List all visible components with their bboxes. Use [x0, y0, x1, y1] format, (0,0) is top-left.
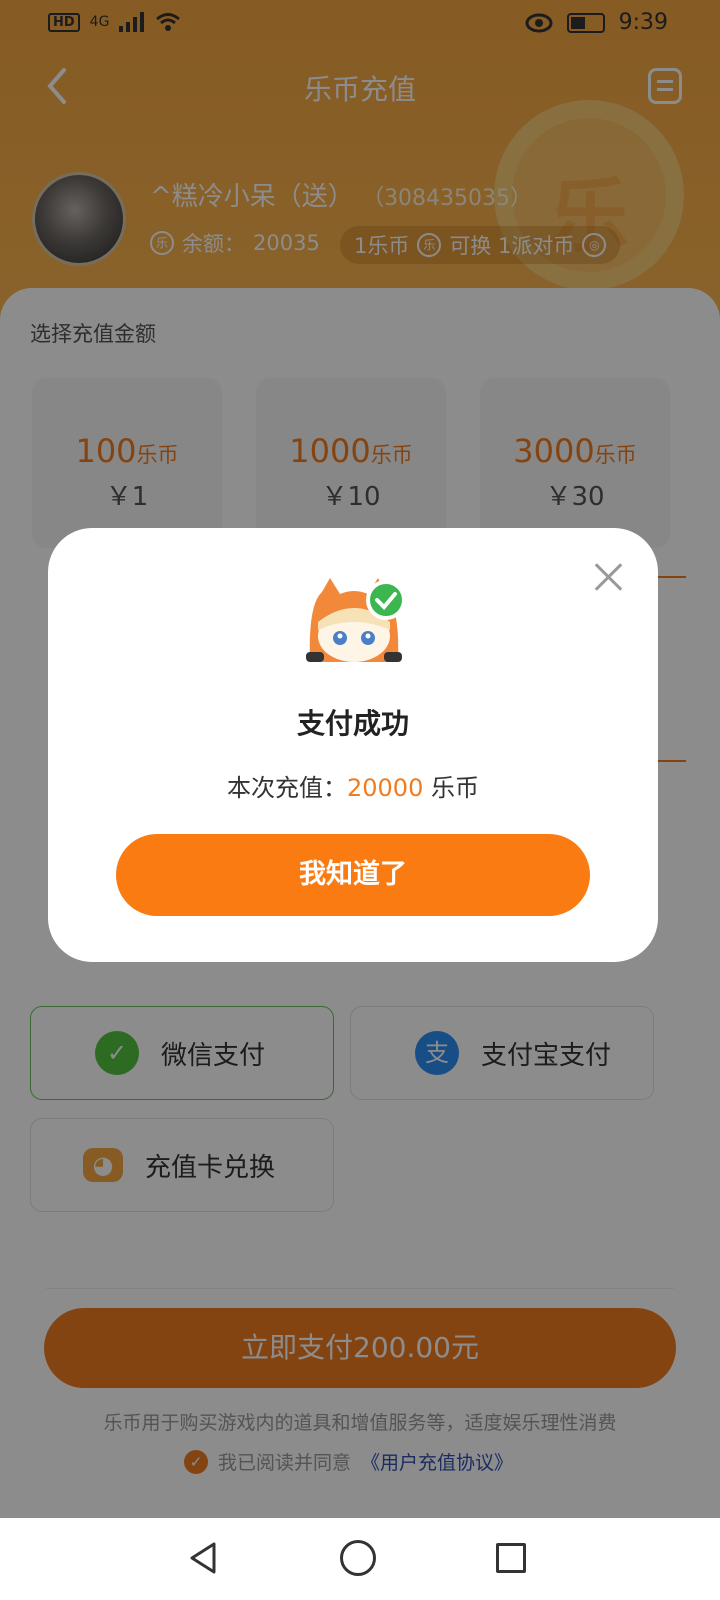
dialog-amount-line: 本次充值：20000 乐币 — [48, 768, 658, 803]
dialog-line-suffix: 乐币 — [423, 774, 479, 802]
system-nav-bar — [0, 1518, 720, 1600]
dialog-line-prefix: 本次充值： — [227, 774, 347, 802]
dialog-amount: 20000 — [347, 774, 424, 802]
nav-back-icon[interactable] — [186, 1540, 222, 1576]
success-mascot-icon — [306, 578, 406, 662]
payment-success-dialog: 支付成功 本次充值：20000 乐币 我知道了 — [48, 528, 658, 962]
nav-recents-icon[interactable] — [496, 1543, 526, 1573]
dialog-title: 支付成功 — [296, 707, 409, 740]
nav-home-icon[interactable] — [340, 1540, 376, 1576]
confirm-button[interactable]: 我知道了 — [116, 834, 590, 916]
close-icon[interactable] — [594, 562, 624, 592]
